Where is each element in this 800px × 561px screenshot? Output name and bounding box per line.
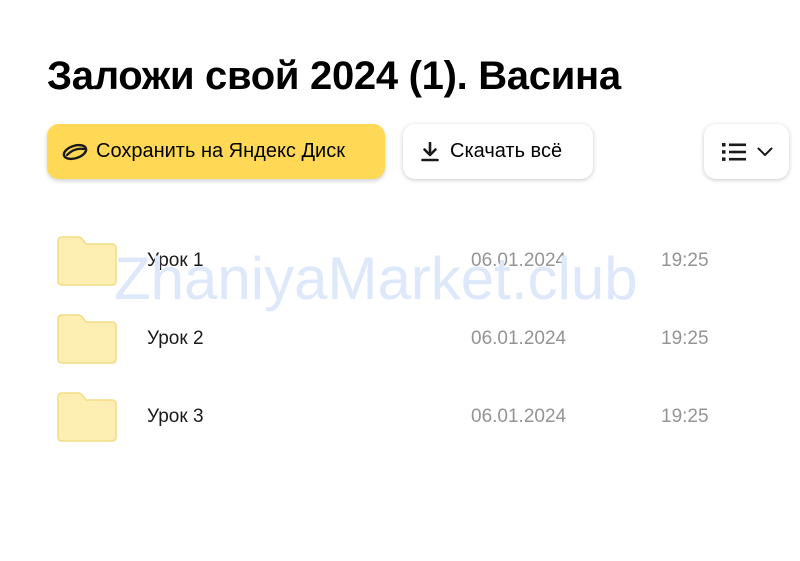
file-name: Урок 3	[147, 406, 204, 427]
folder-icon	[56, 391, 118, 443]
file-time: 19:25	[661, 406, 709, 427]
download-all-button[interactable]: Скачать всё	[403, 124, 593, 179]
folder-icon	[56, 313, 118, 365]
save-to-disk-label: Сохранить на Яндекс Диск	[96, 140, 345, 162]
chevron-down-icon	[757, 147, 773, 157]
download-all-label: Скачать всё	[450, 140, 563, 162]
file-date: 06.01.2024	[471, 250, 567, 271]
public-folder-page: Заложи свой 2024 (1). Васина Сохранить н…	[0, 0, 800, 561]
list-view-icon	[721, 141, 747, 163]
page-title: Заложи свой 2024 (1). Васина	[47, 54, 621, 98]
download-icon	[421, 141, 439, 162]
yandex-disk-icon	[62, 143, 88, 161]
file-date: 06.01.2024	[471, 406, 567, 427]
list-item[interactable]: Урок 2 06.01.2024 19:25	[40, 303, 740, 373]
list-item[interactable]: Урок 1 06.01.2024 19:25	[40, 225, 740, 295]
file-name: Урок 2	[147, 328, 204, 349]
save-to-disk-button[interactable]: Сохранить на Яндекс Диск	[47, 124, 385, 179]
file-date: 06.01.2024	[471, 328, 567, 349]
file-time: 19:25	[661, 250, 709, 271]
file-name: Урок 1	[147, 250, 204, 271]
view-mode-button[interactable]	[704, 124, 789, 179]
file-time: 19:25	[661, 328, 709, 349]
list-item[interactable]: Урок 3 06.01.2024 19:25	[40, 381, 740, 451]
folder-icon	[56, 235, 118, 287]
